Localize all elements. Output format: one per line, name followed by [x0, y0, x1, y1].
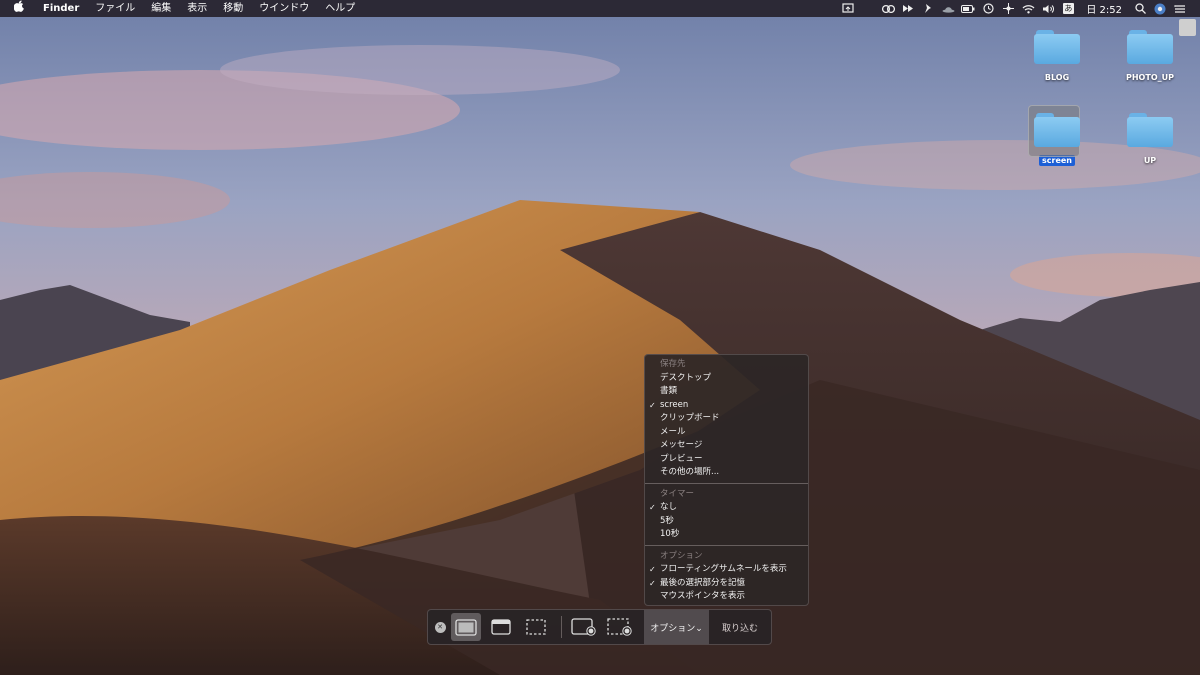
toolbar-divider: [561, 616, 562, 638]
time-machine-icon[interactable]: [978, 0, 998, 17]
menu-view[interactable]: 表示: [179, 0, 215, 17]
menu-item-timer-10s[interactable]: 10秒: [645, 528, 808, 542]
user-avatar-icon[interactable]: [1150, 0, 1170, 17]
search-icon[interactable]: [1130, 0, 1150, 17]
menu-item-timer-none[interactable]: ✓ なし: [645, 501, 808, 515]
record-entire-screen-button[interactable]: [569, 610, 599, 644]
menu-item-screen[interactable]: ✓ screen: [645, 399, 808, 413]
close-icon: ✕: [434, 621, 446, 633]
timer-header: タイマー: [660, 488, 695, 499]
window-icon: [491, 619, 511, 635]
desktop-folder-screen[interactable]: screen: [1017, 105, 1097, 166]
folder-icon: [1127, 30, 1173, 64]
folder-icon: [1127, 113, 1173, 147]
checkmark-icon: ✓: [649, 578, 656, 588]
menu-item-messages[interactable]: メッセージ: [645, 439, 808, 453]
menu-help[interactable]: ヘルプ: [317, 0, 363, 17]
menu-item-mail[interactable]: メール: [645, 426, 808, 440]
menu-divider: [645, 544, 808, 546]
entire-screen-icon: [455, 618, 477, 636]
options-menu: 保存先 デスクトップ 書類 ✓ screen クリップボード メール メッセージ …: [644, 354, 809, 606]
screen-share-icon[interactable]: [838, 0, 858, 17]
app-menu-finder[interactable]: Finder: [35, 0, 87, 17]
folder-icon: [1034, 30, 1080, 64]
checkmark-icon: ✓: [649, 400, 656, 410]
menu-go[interactable]: 移動: [215, 0, 251, 17]
capture-entire-screen-button[interactable]: [451, 613, 481, 641]
wifi-icon[interactable]: [1018, 0, 1038, 17]
folder-icon: [1028, 105, 1080, 157]
menu-item-show-pointer[interactable]: マウスポインタを表示: [645, 590, 808, 604]
desktop-folder-photo-up[interactable]: PHOTO_UP: [1110, 30, 1190, 83]
volume-icon[interactable]: [1038, 0, 1058, 17]
capture-window-button[interactable]: [486, 610, 516, 644]
network-icon[interactable]: [998, 0, 1018, 17]
menu-item-floating-thumbnail[interactable]: ✓ フローティングサムネールを表示: [645, 563, 808, 577]
desktop-folder-blog[interactable]: BLOG: [1017, 30, 1097, 83]
desktop-wallpaper: [0, 0, 1200, 675]
battery-icon[interactable]: [958, 0, 978, 17]
desktop-folder-up[interactable]: UP: [1110, 113, 1190, 166]
hat-icon[interactable]: [938, 0, 958, 17]
menu-item-timer-5s[interactable]: 5秒: [645, 515, 808, 529]
capture-selection-button[interactable]: [521, 610, 551, 644]
folder-label: UP: [1143, 156, 1157, 165]
menu-bar: Finder ファイル 編集 表示 移動 ウインドウ ヘルプ あ 日 2:52: [0, 0, 1200, 17]
selection-icon: [526, 619, 546, 635]
menu-item-desktop[interactable]: デスクトップ: [645, 372, 808, 386]
menu-item-clipboard[interactable]: クリップボード: [645, 412, 808, 426]
options-dropdown-button[interactable]: オプション⌄: [644, 610, 709, 644]
record-selection-button[interactable]: [605, 610, 635, 644]
record-screen-icon: [571, 618, 596, 636]
checkmark-icon: ✓: [649, 565, 656, 574]
apple-menu-icon[interactable]: [0, 0, 35, 17]
folder-label: BLOG: [1044, 73, 1070, 82]
folder-label: PHOTO_UP: [1126, 73, 1174, 82]
menu-item-documents[interactable]: 書類: [645, 385, 808, 399]
creative-cloud-icon[interactable]: [878, 0, 898, 17]
menubar-clock[interactable]: 日 2:52: [1078, 1, 1130, 16]
notification-center-icon[interactable]: [1170, 0, 1190, 17]
menu-file[interactable]: ファイル: [87, 0, 143, 17]
screenshot-toolbar: ✕ オプション⌄ 取り込む: [427, 609, 772, 645]
capture-button[interactable]: 取り込む: [711, 610, 769, 644]
checkmark-icon: ✓: [649, 503, 656, 512]
options-header: オプション: [660, 550, 703, 561]
input-method-icon[interactable]: あ: [1058, 0, 1078, 17]
pin-icon[interactable]: [918, 0, 938, 17]
menu-window[interactable]: ウインドウ: [251, 0, 317, 17]
menu-divider: [645, 482, 808, 484]
menu-item-other-location[interactable]: その他の場所...: [645, 466, 808, 480]
menu-item-remember-selection[interactable]: ✓ 最後の選択部分を記憶: [645, 577, 808, 591]
record-selection-icon: [607, 618, 632, 636]
save-to-header: 保存先: [660, 359, 686, 369]
menu-edit[interactable]: 編集: [143, 0, 179, 17]
input-method-label: あ: [1062, 3, 1074, 14]
menu-item-preview[interactable]: プレビュー: [645, 453, 808, 467]
close-toolbar-button[interactable]: ✕: [432, 610, 448, 644]
fast-forward-icon[interactable]: [898, 0, 918, 17]
